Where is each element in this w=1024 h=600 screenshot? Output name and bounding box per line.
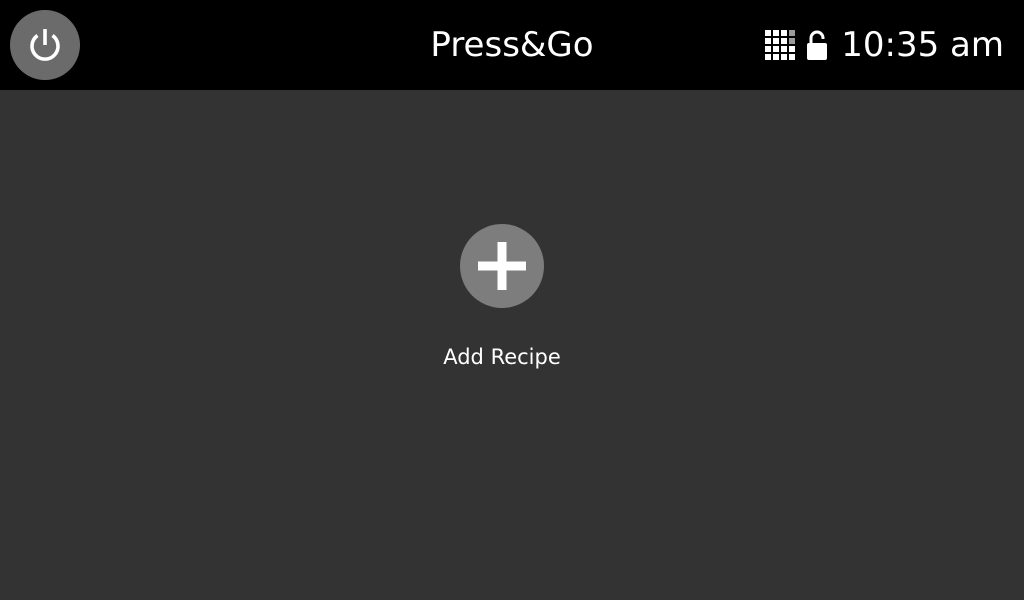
add-recipe-label: Add Recipe <box>443 345 561 369</box>
top-bar: Press&Go 10:35 am <box>0 0 1024 90</box>
add-recipe-circle[interactable] <box>460 224 544 308</box>
status-area: 10:35 am <box>764 0 1004 90</box>
plus-icon <box>476 240 528 292</box>
add-recipe-button[interactable]: Add Recipe <box>402 224 602 369</box>
power-button[interactable] <box>10 10 80 80</box>
power-icon <box>25 25 65 65</box>
unlocked-padlock-icon[interactable] <box>807 30 828 60</box>
keypad-icon[interactable] <box>764 29 796 61</box>
clock: 10:35 am <box>841 25 1004 65</box>
